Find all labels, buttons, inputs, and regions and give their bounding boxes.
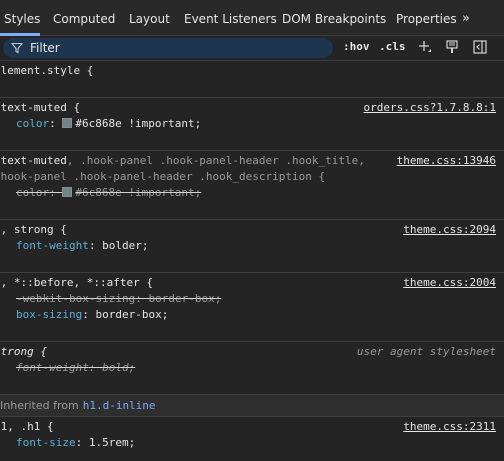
rule-close-brace: } xyxy=(0,133,1,146)
property-name[interactable]: color xyxy=(16,186,49,199)
filter-input[interactable]: Filter xyxy=(3,38,333,58)
inherited-label: Inherited from xyxy=(0,399,79,412)
property-value[interactable]: #6c868e !important; xyxy=(75,186,201,199)
rule-close-brace: } xyxy=(0,80,1,93)
property-value[interactable]: border-box; xyxy=(148,292,221,305)
rule-b-strong: b, strong { theme.css:2094 font-weight: … xyxy=(0,220,504,273)
rule-selector[interactable]: strong { xyxy=(0,345,47,358)
rule-close-brace: } xyxy=(0,324,1,337)
color-swatch[interactable] xyxy=(62,187,73,197)
property-name[interactable]: font-size xyxy=(16,436,76,449)
rule-source-label: user agent stylesheet xyxy=(356,345,496,358)
tab-dom-breakpoints[interactable]: DOM Breakpoints xyxy=(282,12,386,26)
rule-source-link[interactable]: theme.css:2311 xyxy=(403,419,496,435)
rule-selector-rest[interactable]: , .hook-panel .hook-panel-header .hook_t… xyxy=(67,154,365,167)
rule-close-brace: } xyxy=(0,377,1,390)
rule-element-style: element.style { } xyxy=(0,61,504,98)
rule-text-muted-orders: .text-muted { orders.css?1.7.8.8:1 color… xyxy=(0,98,504,151)
property-value[interactable]: #6c868e !important; xyxy=(75,117,201,130)
filter-icon xyxy=(11,42,23,54)
styles-toolbar: Filter :hov .cls xyxy=(0,36,504,61)
property-name[interactable]: color xyxy=(16,117,49,130)
rule-close-brace: } xyxy=(0,452,1,461)
rule-close-brace: } xyxy=(0,202,1,215)
hover-state-button[interactable]: :hov xyxy=(343,40,370,53)
new-style-rule-icon[interactable] xyxy=(417,39,433,55)
styles-pane: element.style { } .text-muted { orders.c… xyxy=(0,61,504,461)
tab-computed[interactable]: Computed xyxy=(53,12,115,26)
rule-selector-rest[interactable]: .hook-panel .hook-panel-header .hook_des… xyxy=(0,170,325,183)
rule-source-link[interactable]: theme.css:2004 xyxy=(403,275,496,291)
rule-universal: *, *::before, *::after { theme.css:2004 … xyxy=(0,273,504,342)
rule-close-brace: } xyxy=(0,255,1,268)
class-toggle-button[interactable]: .cls xyxy=(379,40,406,53)
tab-styles[interactable]: Styles xyxy=(4,12,40,26)
element-state-icon[interactable] xyxy=(444,39,460,55)
property-name: font-weight xyxy=(16,361,89,374)
color-swatch[interactable] xyxy=(62,118,73,128)
rule-text-muted-theme: .text-muted, .hook-panel .hook-panel-hea… xyxy=(0,151,504,220)
rule-selector-main[interactable]: .text-muted xyxy=(0,154,67,167)
rule-selector[interactable]: h1, .h1 { xyxy=(0,420,54,433)
property-value[interactable]: 1.5rem; xyxy=(89,436,135,449)
rule-h1: h1, .h1 { theme.css:2311 font-size: 1.5r… xyxy=(0,417,504,461)
inherited-element-link[interactable]: h1.d-inline xyxy=(83,399,156,412)
property-value: bold; xyxy=(102,361,136,374)
tab-event-listeners[interactable]: Event Listeners xyxy=(184,12,277,26)
property-name[interactable]: -webkit-box-sizing xyxy=(16,292,135,305)
tab-layout[interactable]: Layout xyxy=(129,12,170,26)
property-name[interactable]: box-sizing xyxy=(16,308,82,321)
more-tabs-icon[interactable]: » xyxy=(462,11,470,26)
property-value[interactable]: border-box; xyxy=(95,308,168,321)
inherited-section-header: Inherited from h1.d-inline xyxy=(0,395,504,417)
panel-tabbar: Styles Computed Layout Event Listeners D… xyxy=(0,0,504,36)
rule-selector[interactable]: *, *::before, *::after { xyxy=(0,276,153,289)
rule-selector[interactable]: b, strong { xyxy=(0,223,67,236)
property-name[interactable]: font-weight xyxy=(16,239,89,252)
filter-placeholder: Filter xyxy=(30,41,60,55)
toggle-sidebar-icon[interactable] xyxy=(472,39,488,55)
rule-source-link[interactable]: theme.css:13946 xyxy=(397,153,496,169)
tab-properties[interactable]: Properties xyxy=(396,12,457,26)
property-value[interactable]: bolder; xyxy=(102,239,148,252)
rule-source-link[interactable]: orders.css?1.7.8.8:1 xyxy=(364,100,496,116)
rule-selector[interactable]: .text-muted { xyxy=(0,101,80,114)
rule-strong-user-agent: strong { user agent stylesheet font-weig… xyxy=(0,342,504,395)
rule-source-link[interactable]: theme.css:2094 xyxy=(403,222,496,238)
rule-selector[interactable]: element.style { xyxy=(0,64,93,77)
